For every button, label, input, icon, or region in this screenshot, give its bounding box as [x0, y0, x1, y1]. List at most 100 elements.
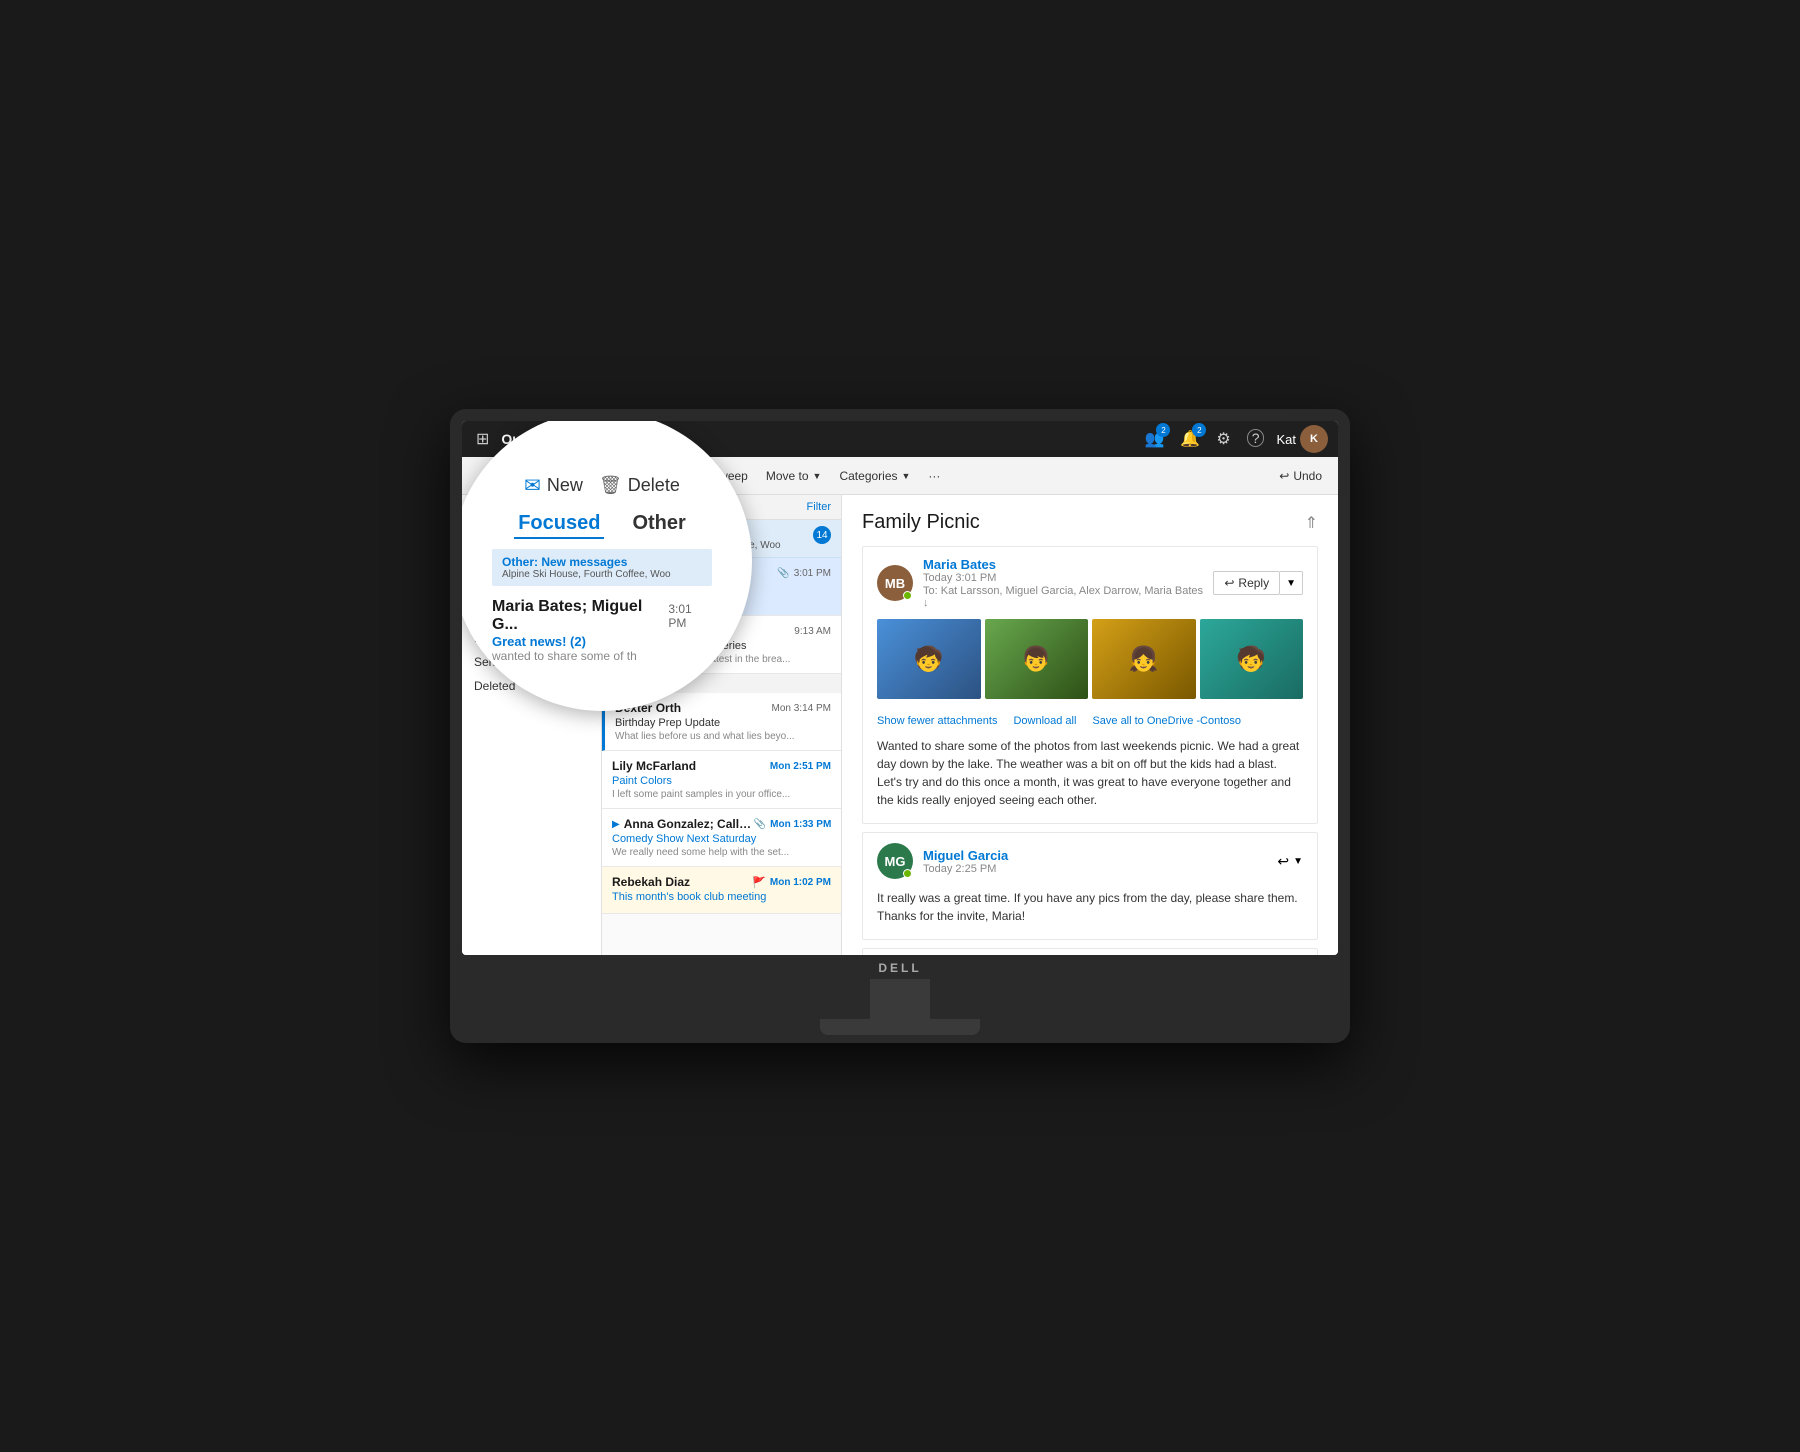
message-to: To: Kat Larsson, Miguel Garcia, Alex Dar… [923, 585, 1203, 609]
screen: ⊞ Outlo 👥 2 🔔 2 ⚙ ? Kat [462, 421, 1338, 955]
circle-email-time: 3:01 PM [668, 602, 712, 630]
help-button[interactable]: ? [1243, 426, 1269, 452]
message-meta: Miguel Garcia Today 2:25 PM [923, 848, 1267, 875]
stand-neck [870, 979, 930, 1019]
message-body: It really was a great time. If you have … [863, 889, 1317, 939]
email-preview: What lies before us and what lies beyo..… [615, 731, 831, 742]
save-onedrive-link[interactable]: Save all to OneDrive -Contoso [1092, 715, 1241, 727]
more-button[interactable]: ··· [920, 465, 948, 487]
circle-banner-title: Other: New messages [502, 555, 702, 569]
message-date: Today 3:01 PM [923, 572, 1203, 584]
message-reply-button[interactable]: ↩ [1277, 853, 1289, 870]
message-actions: ↩ ▼ [1277, 853, 1303, 870]
circle-toolbar: ✉ New 🗑 Delete [524, 473, 680, 498]
reply-dropdown-button[interactable]: ▼ [1280, 571, 1303, 595]
circle-tabs: Focused Other [514, 510, 690, 539]
circle-banner: Other: New messages Alpine Ski House, Fo… [492, 549, 712, 586]
people-button[interactable]: 👥 2 [1141, 425, 1169, 453]
circle-email-subject: Great news! (2) [492, 634, 712, 649]
message-block: MG Miguel Garcia Today 2:25 PM ↩ ▼ It re… [862, 832, 1318, 940]
email-time: 9:13 AM [794, 626, 831, 637]
message-block: MB Maria Bates Today 3:01 PM To: Kat Lar… [862, 546, 1318, 824]
dell-logo: DELL [878, 961, 921, 975]
flag-icon: 🚩 [752, 876, 766, 889]
circle-email-item[interactable]: Maria Bates; Miguel G... 3:01 PM Great n… [492, 592, 712, 669]
attachment-icon: 📎 [754, 819, 766, 830]
circle-other-tab[interactable]: Other [628, 510, 689, 539]
attachment-actions: Show fewer attachments Download all Save… [863, 709, 1317, 737]
avatar: MG [877, 843, 913, 879]
delete-icon: 🗑 [599, 475, 622, 496]
avatar[interactable]: K [1300, 425, 1328, 453]
message-meta: Maria Bates Today 3:01 PM To: Kat Larsso… [923, 557, 1203, 609]
email-subject: Birthday Prep Update [615, 717, 831, 729]
email-sender: Rebekah Diaz [612, 875, 690, 889]
undo-icon: ↩ [1279, 469, 1289, 483]
new-count-badge: 14 [813, 526, 831, 544]
settings-button[interactable]: ⚙ [1212, 425, 1234, 453]
message-header: AD Alex Darrow Yesterday 1:01 PM [863, 949, 1317, 955]
people-badge: 2 [1156, 423, 1170, 437]
email-sender: Lily McFarland [612, 759, 696, 773]
avatar-initials: K [1310, 433, 1318, 445]
moveto-button[interactable]: Move to ▼ [758, 465, 830, 487]
email-preview: We really need some help with the set... [612, 847, 831, 858]
circle-email-sender: Maria Bates; Miguel G... [492, 598, 668, 634]
email-time: Mon 2:51 PM [770, 761, 831, 772]
new-icon: ✉ [524, 473, 541, 498]
topbar-icons: 👥 2 🔔 2 ⚙ ? [1141, 425, 1269, 453]
forward-arrow-icon: ▶ [612, 819, 620, 830]
show-fewer-link[interactable]: Show fewer attachments [877, 715, 997, 727]
waffle-button[interactable]: ⊞ [472, 425, 493, 453]
reply-icon: ↩ [1224, 576, 1234, 590]
list-item[interactable]: Lily McFarland Mon 2:51 PM Paint Colors … [602, 751, 841, 809]
email-preview: I left some paint samples in your office… [612, 789, 831, 800]
message-header: MB Maria Bates Today 3:01 PM To: Kat Lar… [863, 547, 1317, 619]
message-from: Miguel Garcia [923, 848, 1267, 863]
list-item[interactable]: Rebekah Diaz 🚩 Mon 1:02 PM This month's … [602, 867, 841, 914]
bell-button[interactable]: 🔔 2 [1176, 425, 1204, 453]
message-from: Maria Bates [923, 557, 1203, 572]
help-icon: ? [1247, 429, 1265, 447]
reply-area: ↩ Reply ▼ [1213, 571, 1303, 595]
online-indicator [903, 869, 912, 878]
email-time: Mon 3:14 PM [772, 703, 831, 714]
settings-icon: ⚙ [1216, 431, 1230, 448]
avatar-initials: MG [885, 854, 906, 869]
circle-banner-sub: Alpine Ski House, Fourth Coffee, Woo [502, 569, 702, 580]
collapse-conversation-button[interactable]: ⇑ [1305, 513, 1318, 533]
user-name: Kat [1276, 432, 1296, 447]
circle-content: Other: New messages Alpine Ski House, Fo… [492, 549, 712, 669]
categories-button[interactable]: Categories ▼ [831, 465, 918, 487]
email-time: Mon 1:02 PM [770, 877, 831, 888]
message-block[interactable]: AD Alex Darrow Yesterday 1:01 PM [862, 948, 1318, 955]
email-subject: This month's book club meeting [612, 891, 831, 903]
message-expand-button[interactable]: ▼ [1293, 853, 1303, 870]
download-all-link[interactable]: Download all [1013, 715, 1076, 727]
email-sender: Anna Gonzalez; Callie We... [624, 817, 754, 831]
attachment-icon: 📎 [777, 568, 789, 579]
moveto-dropdown-icon: ▼ [813, 471, 822, 481]
stand-base [820, 1019, 980, 1035]
categories-dropdown-icon: ▼ [902, 471, 911, 481]
email-subject: Paint Colors [612, 775, 831, 787]
reply-button[interactable]: ↩ Reply [1213, 571, 1280, 595]
conversation-title: Family Picnic ⇑ [862, 511, 1318, 534]
circle-focused-tab[interactable]: Focused [514, 510, 604, 539]
photo-4: 🧒 [1200, 619, 1304, 699]
photo-3: 👧 [1092, 619, 1196, 699]
undo-button[interactable]: ↩ Undo [1271, 465, 1330, 487]
online-indicator [903, 591, 912, 600]
email-time: 3:01 PM [794, 568, 831, 579]
avatar: MB [877, 565, 913, 601]
filter-button[interactable]: Filter [807, 501, 831, 513]
avatar-initials: MB [885, 576, 905, 591]
monitor-stand: DELL [462, 955, 1338, 1043]
circle-new-button[interactable]: ✉ New [524, 473, 583, 498]
list-item[interactable]: ▶ Anna Gonzalez; Callie We... 📎 Mon 1:33… [602, 809, 841, 867]
circle-delete-button[interactable]: 🗑 Delete [599, 475, 680, 496]
photo-2: 👦 [985, 619, 1089, 699]
message-body: Wanted to share some of the photos from … [863, 737, 1317, 823]
email-time: Mon 1:33 PM [770, 819, 831, 830]
monitor: ⊞ Outlo 👥 2 🔔 2 ⚙ ? Kat [450, 409, 1350, 1043]
